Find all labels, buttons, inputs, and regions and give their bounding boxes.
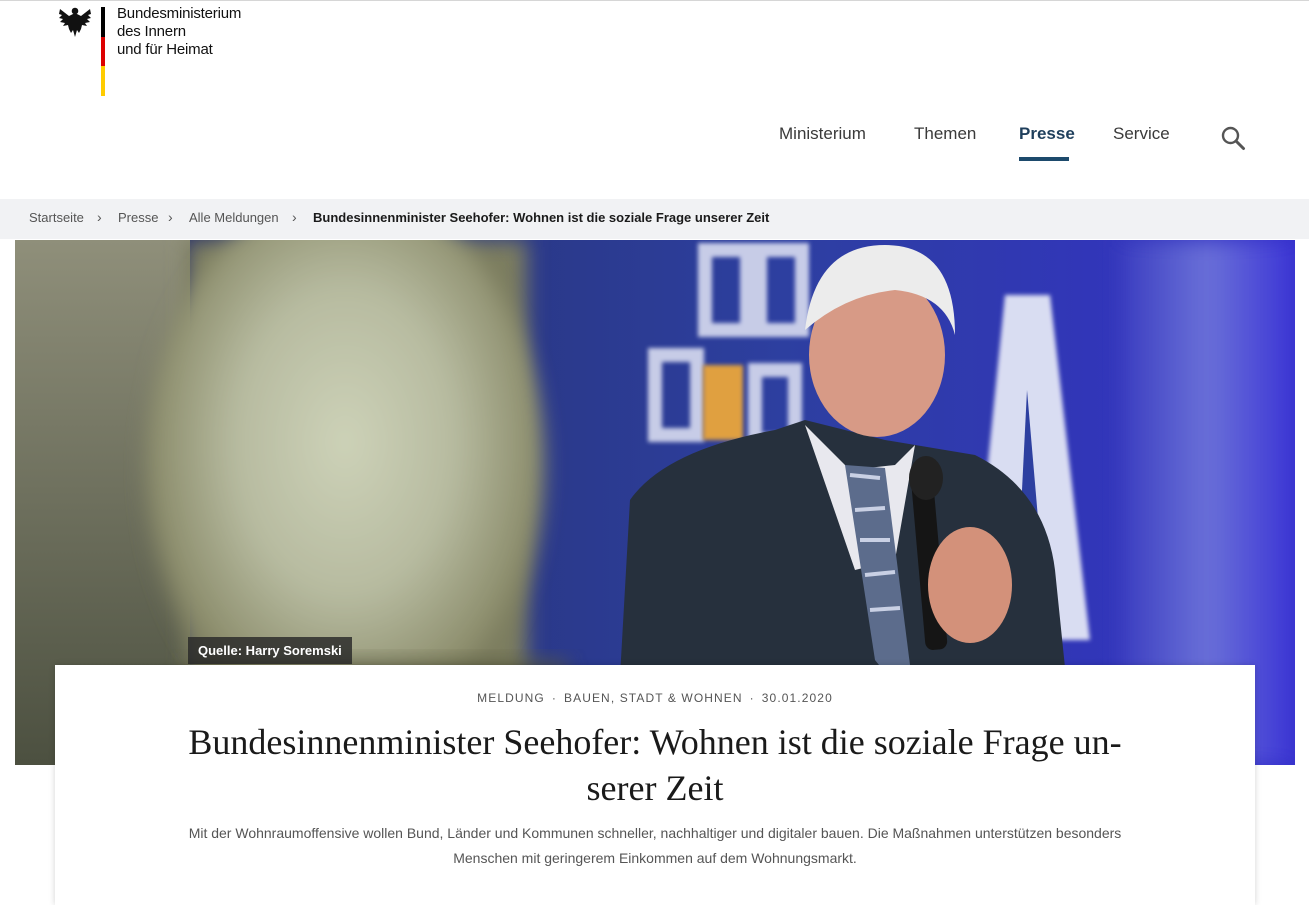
chevron-right-icon: › bbox=[97, 209, 102, 225]
article-title: Bundesinnenminister Seehofer: Wohnen ist… bbox=[115, 719, 1195, 811]
top-border bbox=[0, 0, 1309, 1]
separator-dot: · bbox=[551, 691, 557, 705]
article-title-line1: Bundesinnenminister Seehofer: Wohnen ist… bbox=[188, 722, 1122, 762]
nav-item-presse[interactable]: Presse bbox=[1019, 124, 1075, 144]
ministry-name-line3: und für Heimat bbox=[117, 41, 213, 58]
nav-item-ministerium[interactable]: Ministerium bbox=[779, 124, 866, 144]
article-type: MELDUNG bbox=[477, 691, 545, 705]
ministry-name-line1: Bundesministerium bbox=[117, 5, 242, 22]
article-date: 30.01.2020 bbox=[761, 691, 833, 705]
breadcrumb: Startseite › Presse › Alle Meldungen › B… bbox=[0, 199, 1309, 239]
breadcrumb-startseite[interactable]: Startseite bbox=[29, 210, 84, 225]
nav-item-service[interactable]: Service bbox=[1113, 124, 1170, 144]
ministry-name-line2: des Innern bbox=[117, 23, 186, 40]
federal-eagle-icon bbox=[59, 7, 91, 37]
article-title-line2: serer Zeit bbox=[586, 768, 724, 808]
flag-stripe bbox=[101, 7, 105, 96]
chevron-right-icon: › bbox=[292, 209, 297, 225]
article-lead-line1: Mit der Wohnraumoffensive wollen Bund, L… bbox=[188, 825, 1122, 841]
breadcrumb-alle-meldungen[interactable]: Alle Meldungen bbox=[189, 210, 279, 225]
article-header-card: MELDUNG · BAUEN, STADT & WOHNEN · 30.01.2020… bbox=[55, 665, 1255, 905]
nav-active-indicator bbox=[1019, 157, 1069, 161]
article-lead: Mit der Wohnraumoffensive wollen Bund, L… bbox=[115, 821, 1195, 871]
search-icon[interactable] bbox=[1220, 125, 1246, 151]
article-category[interactable]: BAUEN, STADT & WOHNEN bbox=[564, 691, 743, 705]
nav-item-themen[interactable]: Themen bbox=[914, 124, 976, 144]
ministry-name: Bundesministerium des Innern und für Hei… bbox=[117, 5, 241, 59]
image-credit: Quelle: Harry Soremski bbox=[188, 637, 352, 664]
breadcrumb-presse[interactable]: Presse bbox=[118, 210, 158, 225]
breadcrumb-current: Bundesinnenminister Seehofer: Wohnen ist… bbox=[313, 210, 770, 225]
article-meta: MELDUNG · BAUEN, STADT & WOHNEN · 30.01.2020 bbox=[55, 691, 1255, 705]
article-lead-line2: Menschen mit geringerem Einkommen auf de… bbox=[453, 850, 857, 866]
chevron-right-icon: › bbox=[168, 209, 173, 225]
separator-dot: · bbox=[749, 691, 755, 705]
